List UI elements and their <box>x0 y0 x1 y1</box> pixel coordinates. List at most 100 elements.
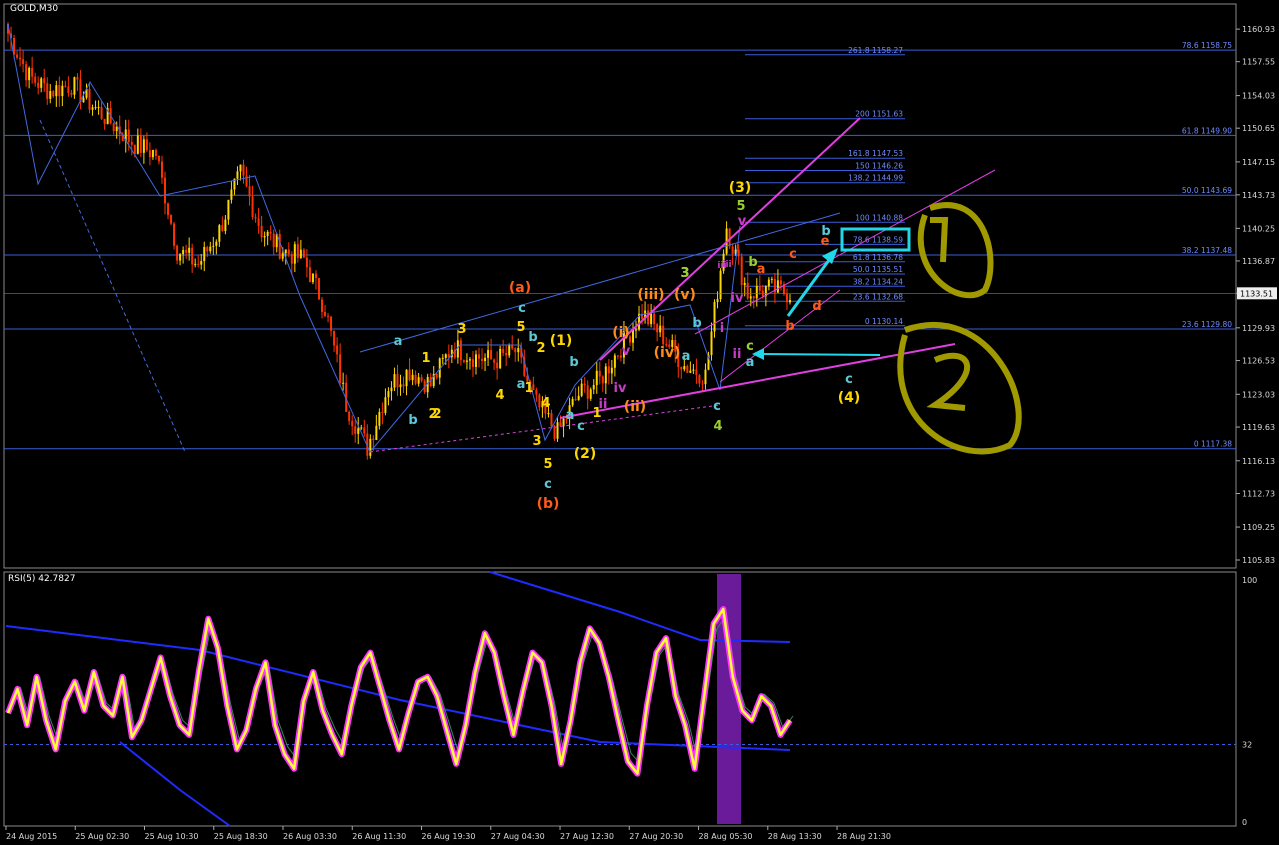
time-axis-label: 24 Aug 2015 <box>6 832 57 841</box>
fib-level-label: 61.8 1149.90 <box>1182 126 1232 135</box>
candle-body <box>34 76 37 83</box>
candle-body <box>387 391 390 398</box>
candle-body <box>200 261 203 265</box>
candle-body <box>49 91 52 99</box>
candle-body <box>242 164 245 176</box>
candle-body <box>662 325 665 345</box>
wave-label: (ii) <box>624 399 646 415</box>
candle-body <box>354 426 357 434</box>
candle-body <box>616 355 619 357</box>
wave-label: a <box>757 262 766 277</box>
wave-label: 3 <box>532 434 541 449</box>
candle-body <box>82 97 85 103</box>
arrow-left <box>759 353 881 356</box>
candle-body <box>278 233 281 259</box>
candle-body <box>459 340 462 361</box>
candle-body <box>487 350 490 358</box>
candle-body <box>206 247 209 252</box>
wave-label: 5 <box>543 457 552 472</box>
candle-body <box>293 244 296 264</box>
wave-label: i <box>720 321 724 336</box>
candle-body <box>414 374 417 384</box>
candle-body <box>478 354 481 359</box>
wave-label: iv <box>614 381 627 396</box>
fib-ext-label: 150 1146.26 <box>855 161 903 170</box>
candle-body <box>97 107 100 109</box>
fib-ext-label: 61.8 1136.78 <box>853 253 903 262</box>
candle-body <box>28 67 31 81</box>
candle-body <box>260 225 263 238</box>
candle-body <box>631 329 634 343</box>
time-axis-label: 25 Aug 02:30 <box>75 832 129 841</box>
candle-body <box>327 315 330 317</box>
candle-body <box>203 247 206 262</box>
wave-label: a <box>394 334 403 349</box>
current-price-label: 1133.51 <box>1240 289 1273 298</box>
price-axis-label: 1136.87 <box>1242 257 1275 266</box>
price-axis-label: 1109.25 <box>1242 523 1275 532</box>
time-axis-label: 28 Aug 21:30 <box>837 832 891 841</box>
wave-label: 4 <box>541 396 550 411</box>
candle-body <box>589 389 592 399</box>
candle-body <box>281 253 284 259</box>
wave-label: ii <box>733 347 742 362</box>
fib-level-label: 38.2 1137.48 <box>1182 246 1232 255</box>
wave-label: c <box>845 372 853 387</box>
candle-body <box>342 382 345 384</box>
wave-label: b <box>408 413 417 428</box>
candle-body <box>547 413 550 415</box>
candle-body <box>167 203 170 216</box>
candle-body <box>272 233 275 248</box>
rsi-axis-label: 100 <box>1242 576 1257 585</box>
fib-ext-label: 23.6 1132.68 <box>853 292 903 301</box>
candle-body <box>64 85 67 87</box>
candle-body <box>710 331 713 355</box>
wave-label: v <box>622 344 631 359</box>
wave-label: iii <box>717 261 726 271</box>
candle-body <box>785 294 788 303</box>
candle-body <box>173 223 176 246</box>
candle-body <box>363 427 366 434</box>
candle-body <box>317 278 320 300</box>
candle-body <box>490 350 493 360</box>
fib-level-label: 78.6 1158.75 <box>1182 41 1232 50</box>
candle-body <box>164 177 167 204</box>
rsi-slow-ma-3 <box>119 741 231 827</box>
candle-body <box>444 354 447 358</box>
candle-body <box>157 155 160 162</box>
candle-body <box>695 369 698 376</box>
wave-label: a <box>566 408 575 423</box>
candle-body <box>133 144 136 154</box>
candle-body <box>197 263 200 265</box>
candle-body <box>484 357 487 361</box>
candle-body <box>571 399 574 406</box>
annotation-digit-2 <box>926 352 970 411</box>
candle-body <box>610 367 613 374</box>
wave-label: (4) <box>838 390 861 406</box>
price-chart[interactable]: 1160.93 1157.55 1154.03 1150.65 1147.15 1143.… <box>0 0 1279 845</box>
candle-body <box>468 359 471 361</box>
wave-label: 5 <box>516 320 525 335</box>
candle-body <box>302 249 305 258</box>
candle-body <box>31 67 34 77</box>
candle-body <box>333 330 336 346</box>
candle-body <box>538 394 541 408</box>
wave-label: c <box>789 247 797 262</box>
candle-body <box>339 354 342 383</box>
wave-label: v <box>738 214 747 229</box>
candles-group <box>7 22 791 460</box>
candle-body <box>749 296 752 299</box>
wave-label: (2) <box>574 446 597 462</box>
candle-body <box>716 299 719 303</box>
main-panel-frame <box>3 3 1237 569</box>
candle-body <box>767 279 770 287</box>
candle-body <box>16 54 19 58</box>
candle-body <box>420 377 423 381</box>
candle-body <box>604 366 607 384</box>
candle-body <box>381 412 384 414</box>
candle-body <box>405 369 408 387</box>
candle-body <box>227 199 230 220</box>
time-axis-label: 27 Aug 04:30 <box>491 832 545 841</box>
time-axis-label: 26 Aug 19:30 <box>422 832 476 841</box>
wave-label: 2 <box>428 407 437 422</box>
